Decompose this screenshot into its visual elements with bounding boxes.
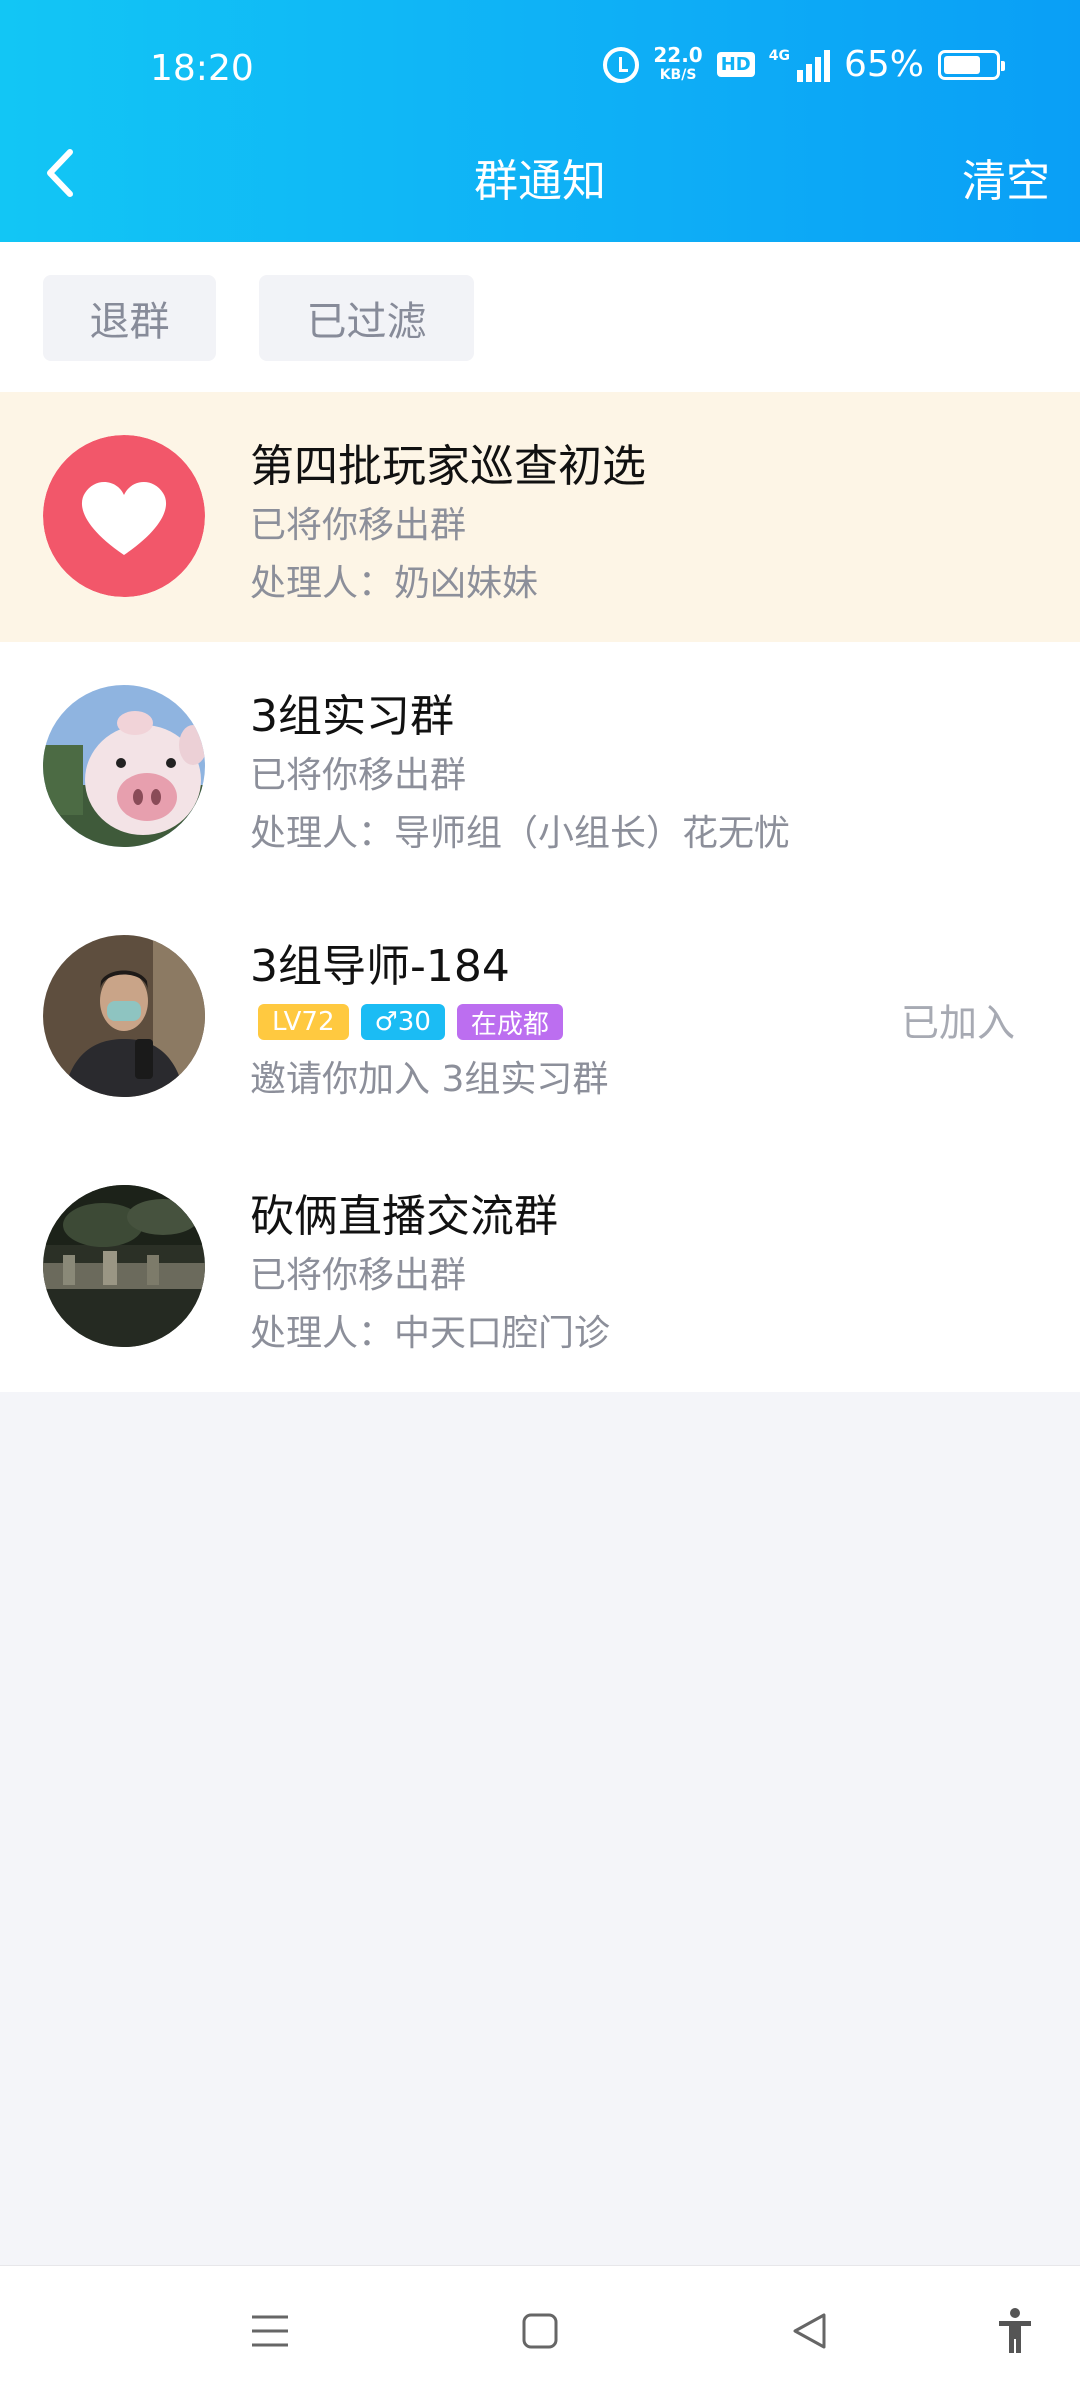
app-header: 18:20 22.0 KB/S HD 4G 65% 群通知 清空	[0, 0, 1080, 242]
home-square-icon	[522, 2313, 558, 2349]
system-navigation-bar	[0, 2265, 1080, 2400]
notification-item[interactable]: 第四批玩家巡查初选 已将你移出群 处理人：奶凶妹妹	[0, 392, 1080, 642]
alarm-clock-icon	[603, 46, 640, 83]
menu-button[interactable]	[235, 2296, 305, 2366]
avatar	[43, 435, 205, 597]
status-time: 18:20	[150, 48, 254, 89]
page-title: 群通知	[474, 156, 606, 207]
gender-age-badge: ♂30	[360, 1004, 445, 1040]
landscape-photo	[43, 1185, 205, 1347]
pig-photo	[43, 685, 205, 847]
notification-action: 已将你移出群	[250, 1255, 467, 1296]
notification-invite: 邀请你加入 3组实习群	[250, 1059, 609, 1100]
person-photo	[43, 935, 205, 1097]
avatar	[43, 685, 205, 847]
user-tags: LV72 ♂30 在成都	[258, 1004, 563, 1040]
notification-action: 已将你移出群	[250, 755, 467, 796]
hd-badge: HD	[716, 52, 755, 77]
heart-icon	[43, 435, 205, 597]
status-bar: 18:20 22.0 KB/S HD 4G 65%	[0, 0, 1080, 130]
status-indicators: 22.0 KB/S HD 4G 65%	[603, 44, 1005, 85]
back-nav-button[interactable]	[775, 2296, 845, 2366]
notification-handler: 处理人：奶凶妹妹	[250, 563, 539, 604]
notification-title: 3组实习群	[250, 691, 454, 742]
notification-action: 已将你移出群	[250, 505, 467, 546]
network-speed-value: 22.0	[653, 42, 703, 67]
avatar	[43, 935, 205, 1097]
accessibility-icon	[999, 2308, 1031, 2353]
back-triangle-icon	[793, 2313, 826, 2349]
network-type: 4G	[768, 47, 790, 64]
notification-item[interactable]: 3组导师-184 LV72 ♂30 在成都 邀请你加入 3组实习群 已加入	[0, 892, 1080, 1142]
level-badge: LV72	[258, 1004, 349, 1040]
filter-bar: 退群 已过滤	[0, 242, 1080, 392]
network-speed: 22.0 KB/S	[653, 45, 702, 85]
home-button[interactable]	[505, 2296, 575, 2366]
notification-list: 第四批玩家巡查初选 已将你移出群 处理人：奶凶妹妹 3组实习群 已将你移出群 处…	[0, 392, 1080, 1392]
battery-percent: 65%	[843, 44, 924, 85]
battery-icon	[938, 49, 1005, 80]
avatar	[43, 1185, 205, 1347]
filter-chip-leave-group[interactable]: 退群	[43, 275, 216, 361]
notification-item[interactable]: 砍俩直播交流群 已将你移出群 处理人：中天口腔门诊	[0, 1142, 1080, 1392]
clear-button[interactable]: 清空	[962, 145, 1050, 209]
notification-title: 3组导师-184	[250, 941, 510, 992]
signal-icon: 4G	[769, 48, 830, 82]
location-badge: 在成都	[456, 1004, 563, 1040]
menu-icon	[252, 2315, 288, 2347]
network-speed-unit: KB/S	[659, 66, 697, 83]
filter-chip-filtered[interactable]: 已过滤	[259, 275, 474, 361]
notification-handler: 处理人：中天口腔门诊	[250, 1313, 611, 1354]
notification-title: 砍俩直播交流群	[250, 1191, 558, 1242]
notification-handler: 处理人：导师组（小组长）花无忧	[250, 813, 791, 854]
notification-title: 第四批玩家巡查初选	[250, 441, 646, 492]
joined-status: 已加入	[900, 1001, 1015, 1045]
accessibility-button[interactable]	[980, 2296, 1050, 2366]
notification-item[interactable]: 3组实习群 已将你移出群 处理人：导师组（小组长）花无忧	[0, 642, 1080, 892]
